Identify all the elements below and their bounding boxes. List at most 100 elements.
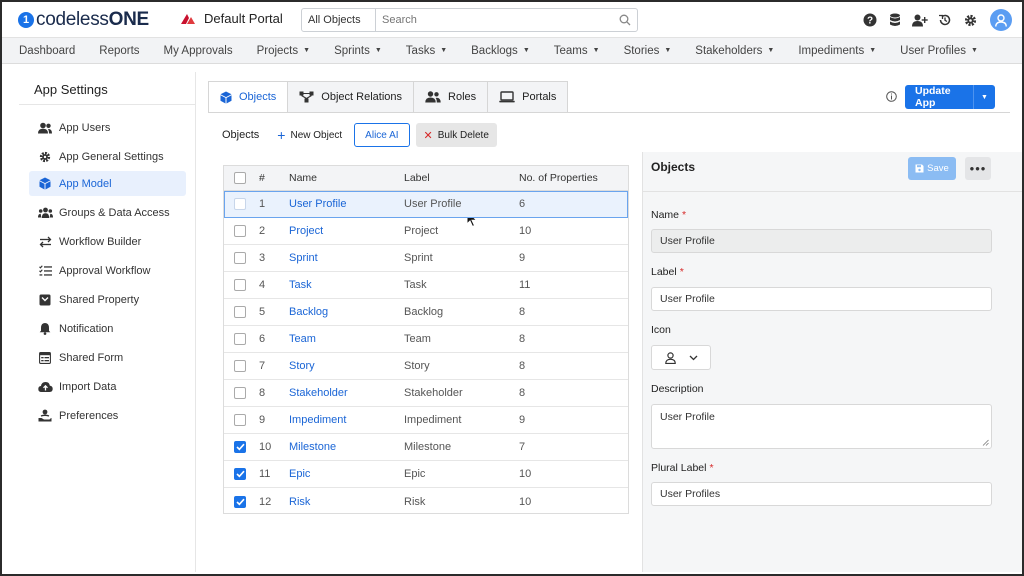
- row-checkbox[interactable]: [234, 387, 246, 399]
- search-input[interactable]: [376, 9, 613, 31]
- row-checkbox[interactable]: [234, 306, 246, 318]
- label-field[interactable]: User Profile: [651, 287, 992, 311]
- nav-item-stories[interactable]: Stories ▼: [624, 45, 672, 57]
- app-logo[interactable]: 1 codelessONE: [18, 9, 149, 31]
- nav-item-reports[interactable]: Reports: [99, 45, 139, 57]
- row-properties-count: 11: [519, 279, 531, 291]
- col-label-header[interactable]: Label: [404, 166, 430, 190]
- table-row[interactable]: 7 Story Story 8: [224, 353, 628, 380]
- table-row[interactable]: 12 Risk Risk 10: [224, 488, 628, 515]
- row-name-link[interactable]: Story: [289, 353, 315, 379]
- description-textarea[interactable]: User Profile: [651, 404, 992, 449]
- plural-label-field[interactable]: User Profiles: [651, 482, 992, 506]
- alice-ai-button[interactable]: Alice AI: [354, 123, 410, 147]
- row-name-link[interactable]: Impediment: [289, 407, 346, 433]
- search-icon[interactable]: [613, 9, 637, 31]
- row-name-link[interactable]: Task: [289, 272, 312, 298]
- row-checkbox[interactable]: [234, 252, 246, 264]
- sidebar-item-app-general-settings[interactable]: App General Settings: [29, 144, 186, 169]
- table-row[interactable]: 8 Stakeholder Stakeholder 8: [224, 380, 628, 407]
- row-name-link[interactable]: Risk: [289, 488, 310, 515]
- nav-item-dashboard[interactable]: Dashboard: [19, 45, 75, 57]
- tab-roles[interactable]: Roles: [414, 81, 489, 113]
- table-row[interactable]: 9 Impediment Impediment 9: [224, 407, 628, 434]
- resize-handle-icon[interactable]: [982, 439, 989, 446]
- update-app-button[interactable]: Update App ▼: [905, 85, 995, 109]
- row-checkbox[interactable]: [234, 198, 246, 210]
- row-label: Stakeholder: [404, 387, 463, 399]
- nav-item-tasks[interactable]: Tasks ▼: [406, 45, 447, 57]
- row-name-link[interactable]: Milestone: [289, 434, 336, 460]
- required-mark: *: [709, 462, 714, 474]
- search-scope-select[interactable]: All Objects: [302, 9, 376, 31]
- laptop-icon: [499, 91, 515, 103]
- nav-item-stakeholders[interactable]: Stakeholders ▼: [695, 45, 774, 57]
- col-num-header: #: [259, 172, 265, 184]
- sidebar-item-shared-form[interactable]: Shared Form: [29, 345, 186, 370]
- sidebar-item-import-data[interactable]: Import Data: [29, 374, 186, 399]
- sidebar-item-app-model[interactable]: App Model: [29, 171, 186, 196]
- select-all-checkbox[interactable]: [234, 172, 246, 184]
- sidebar-item-approval-workflow[interactable]: Approval Workflow: [29, 258, 186, 283]
- table-row[interactable]: 6 Team Team 8: [224, 326, 628, 353]
- gear-icon: [37, 149, 53, 165]
- bulk-delete-button[interactable]: ✕ Bulk Delete: [415, 123, 497, 147]
- sidebar-item-shared-property[interactable]: Shared Property: [29, 287, 186, 312]
- row-checkbox[interactable]: [234, 468, 246, 480]
- sidebar-item-workflow-builder[interactable]: Workflow Builder: [29, 229, 186, 254]
- table-row[interactable]: 10 Milestone Milestone 7: [224, 434, 628, 461]
- tab-portals[interactable]: Portals: [488, 81, 569, 113]
- col-props-header[interactable]: No. of Properties: [519, 166, 598, 190]
- row-checkbox[interactable]: [234, 414, 246, 426]
- table-row[interactable]: 2 Project Project 10: [224, 218, 628, 245]
- table-row[interactable]: 1 User Profile User Profile 6: [224, 191, 628, 218]
- users-icon: [37, 120, 53, 136]
- col-name-header[interactable]: Name: [289, 166, 317, 190]
- row-name-link[interactable]: Project: [289, 218, 323, 244]
- row-checkbox[interactable]: [234, 279, 246, 291]
- table-row[interactable]: 5 Backlog Backlog 8: [224, 299, 628, 326]
- sidebar-item-preferences[interactable]: Preferences: [29, 403, 186, 428]
- row-checkbox[interactable]: [234, 225, 246, 237]
- nav-item-my-approvals[interactable]: My Approvals: [164, 45, 233, 57]
- nav-item-projects[interactable]: Projects ▼: [257, 45, 310, 57]
- row-name-link[interactable]: Sprint: [289, 245, 318, 271]
- row-checkbox[interactable]: [234, 495, 246, 508]
- table-row[interactable]: 11 Epic Epic 10: [224, 461, 628, 488]
- new-object-button[interactable]: + New Object: [277, 127, 342, 143]
- sidebar-item-groups-data-access[interactable]: Groups & Data Access: [29, 200, 186, 225]
- tabs-divider: [208, 112, 1010, 113]
- nav-item-impediments[interactable]: Impediments ▼: [798, 45, 876, 57]
- portal-selector[interactable]: Default Portal: [180, 11, 283, 26]
- nav-item-teams[interactable]: Teams ▼: [554, 45, 600, 57]
- row-name-link[interactable]: Stakeholder: [289, 380, 348, 406]
- row-name-link[interactable]: Epic: [289, 461, 310, 487]
- row-checkbox[interactable]: [234, 360, 246, 372]
- table-row[interactable]: 4 Task Task 11: [224, 272, 628, 299]
- settings-gear-icon[interactable]: [958, 8, 982, 32]
- user-avatar[interactable]: [990, 9, 1012, 31]
- sidebar-item-app-users[interactable]: App Users: [29, 115, 186, 140]
- tab-object-relations[interactable]: Object Relations: [288, 81, 415, 113]
- nav-item-user-profiles[interactable]: User Profiles ▼: [900, 45, 978, 57]
- row-name-link[interactable]: Team: [289, 326, 316, 352]
- update-app-dropdown-icon[interactable]: ▼: [973, 85, 995, 109]
- nav-item-backlogs[interactable]: Backlogs ▼: [471, 45, 530, 57]
- help-icon[interactable]: ?: [858, 8, 882, 32]
- more-options-button[interactable]: •••: [965, 157, 991, 180]
- tab-objects[interactable]: Objects: [208, 81, 289, 113]
- history-icon[interactable]: [933, 8, 957, 32]
- add-user-icon[interactable]: [908, 8, 932, 32]
- icon-select[interactable]: [651, 345, 711, 370]
- row-checkbox[interactable]: [234, 333, 246, 345]
- info-icon[interactable]: [886, 91, 897, 105]
- database-icon[interactable]: [883, 8, 907, 32]
- save-button[interactable]: Save: [908, 157, 956, 180]
- table-row[interactable]: 3 Sprint Sprint 9: [224, 245, 628, 272]
- sidebar-item-notification[interactable]: Notification: [29, 316, 186, 341]
- row-name-link[interactable]: User Profile: [289, 191, 346, 217]
- sidebar-item-label: Approval Workflow: [59, 264, 151, 277]
- row-name-link[interactable]: Backlog: [289, 299, 328, 325]
- row-checkbox[interactable]: [234, 441, 246, 453]
- nav-item-sprints[interactable]: Sprints ▼: [334, 45, 382, 57]
